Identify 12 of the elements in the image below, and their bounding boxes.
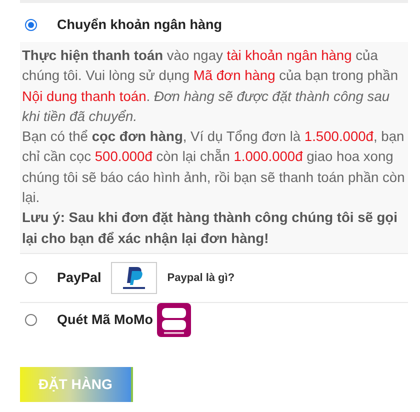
description-paragraph: Lưu ý: Sau khi đơn đặt hàng thành công chúng tôi sẽ gọi lại cho bạn để xác nhận lại đơn hàng! bbox=[22, 209, 398, 248]
payment-method-label: Quét Mã MoMo bbox=[57, 312, 153, 328]
payment-method-label: PayPal bbox=[57, 270, 102, 286]
description-paragraph: Bạn có thể cọc đơn hàng, Ví dụ Tổng đơn là 1.500.000đ, bạn chỉ cần cọc 500.000đ còn lại chẵn 1.000.000đ giao hoa xong chúng tôi sẽ báo cáo hình ảnh, rồi bạn sẽ thanh toán phần còn lại. bbox=[22, 128, 406, 208]
radio-button[interactable] bbox=[25, 314, 37, 326]
momo-logo-icon bbox=[157, 302, 191, 337]
paypal-info-link[interactable]: Paypal là gì? bbox=[167, 272, 235, 284]
description-paragraph: Thực hiện thanh toán vào ngay tài khoản ngân hàng của chúng tôi. Vui lòng sử dụng Mã đơn hàng của bạn trong phần Nội dung thanh toán. Đơn hàng sẽ được đặt thành công sau khi tiền đã chuyển. bbox=[22, 47, 400, 126]
paypal-logo-icon bbox=[111, 262, 158, 294]
radio-button[interactable] bbox=[25, 272, 37, 284]
payment-method-label: Chuyển khoản ngân hàng bbox=[57, 17, 222, 32]
radio-button[interactable] bbox=[25, 18, 37, 30]
